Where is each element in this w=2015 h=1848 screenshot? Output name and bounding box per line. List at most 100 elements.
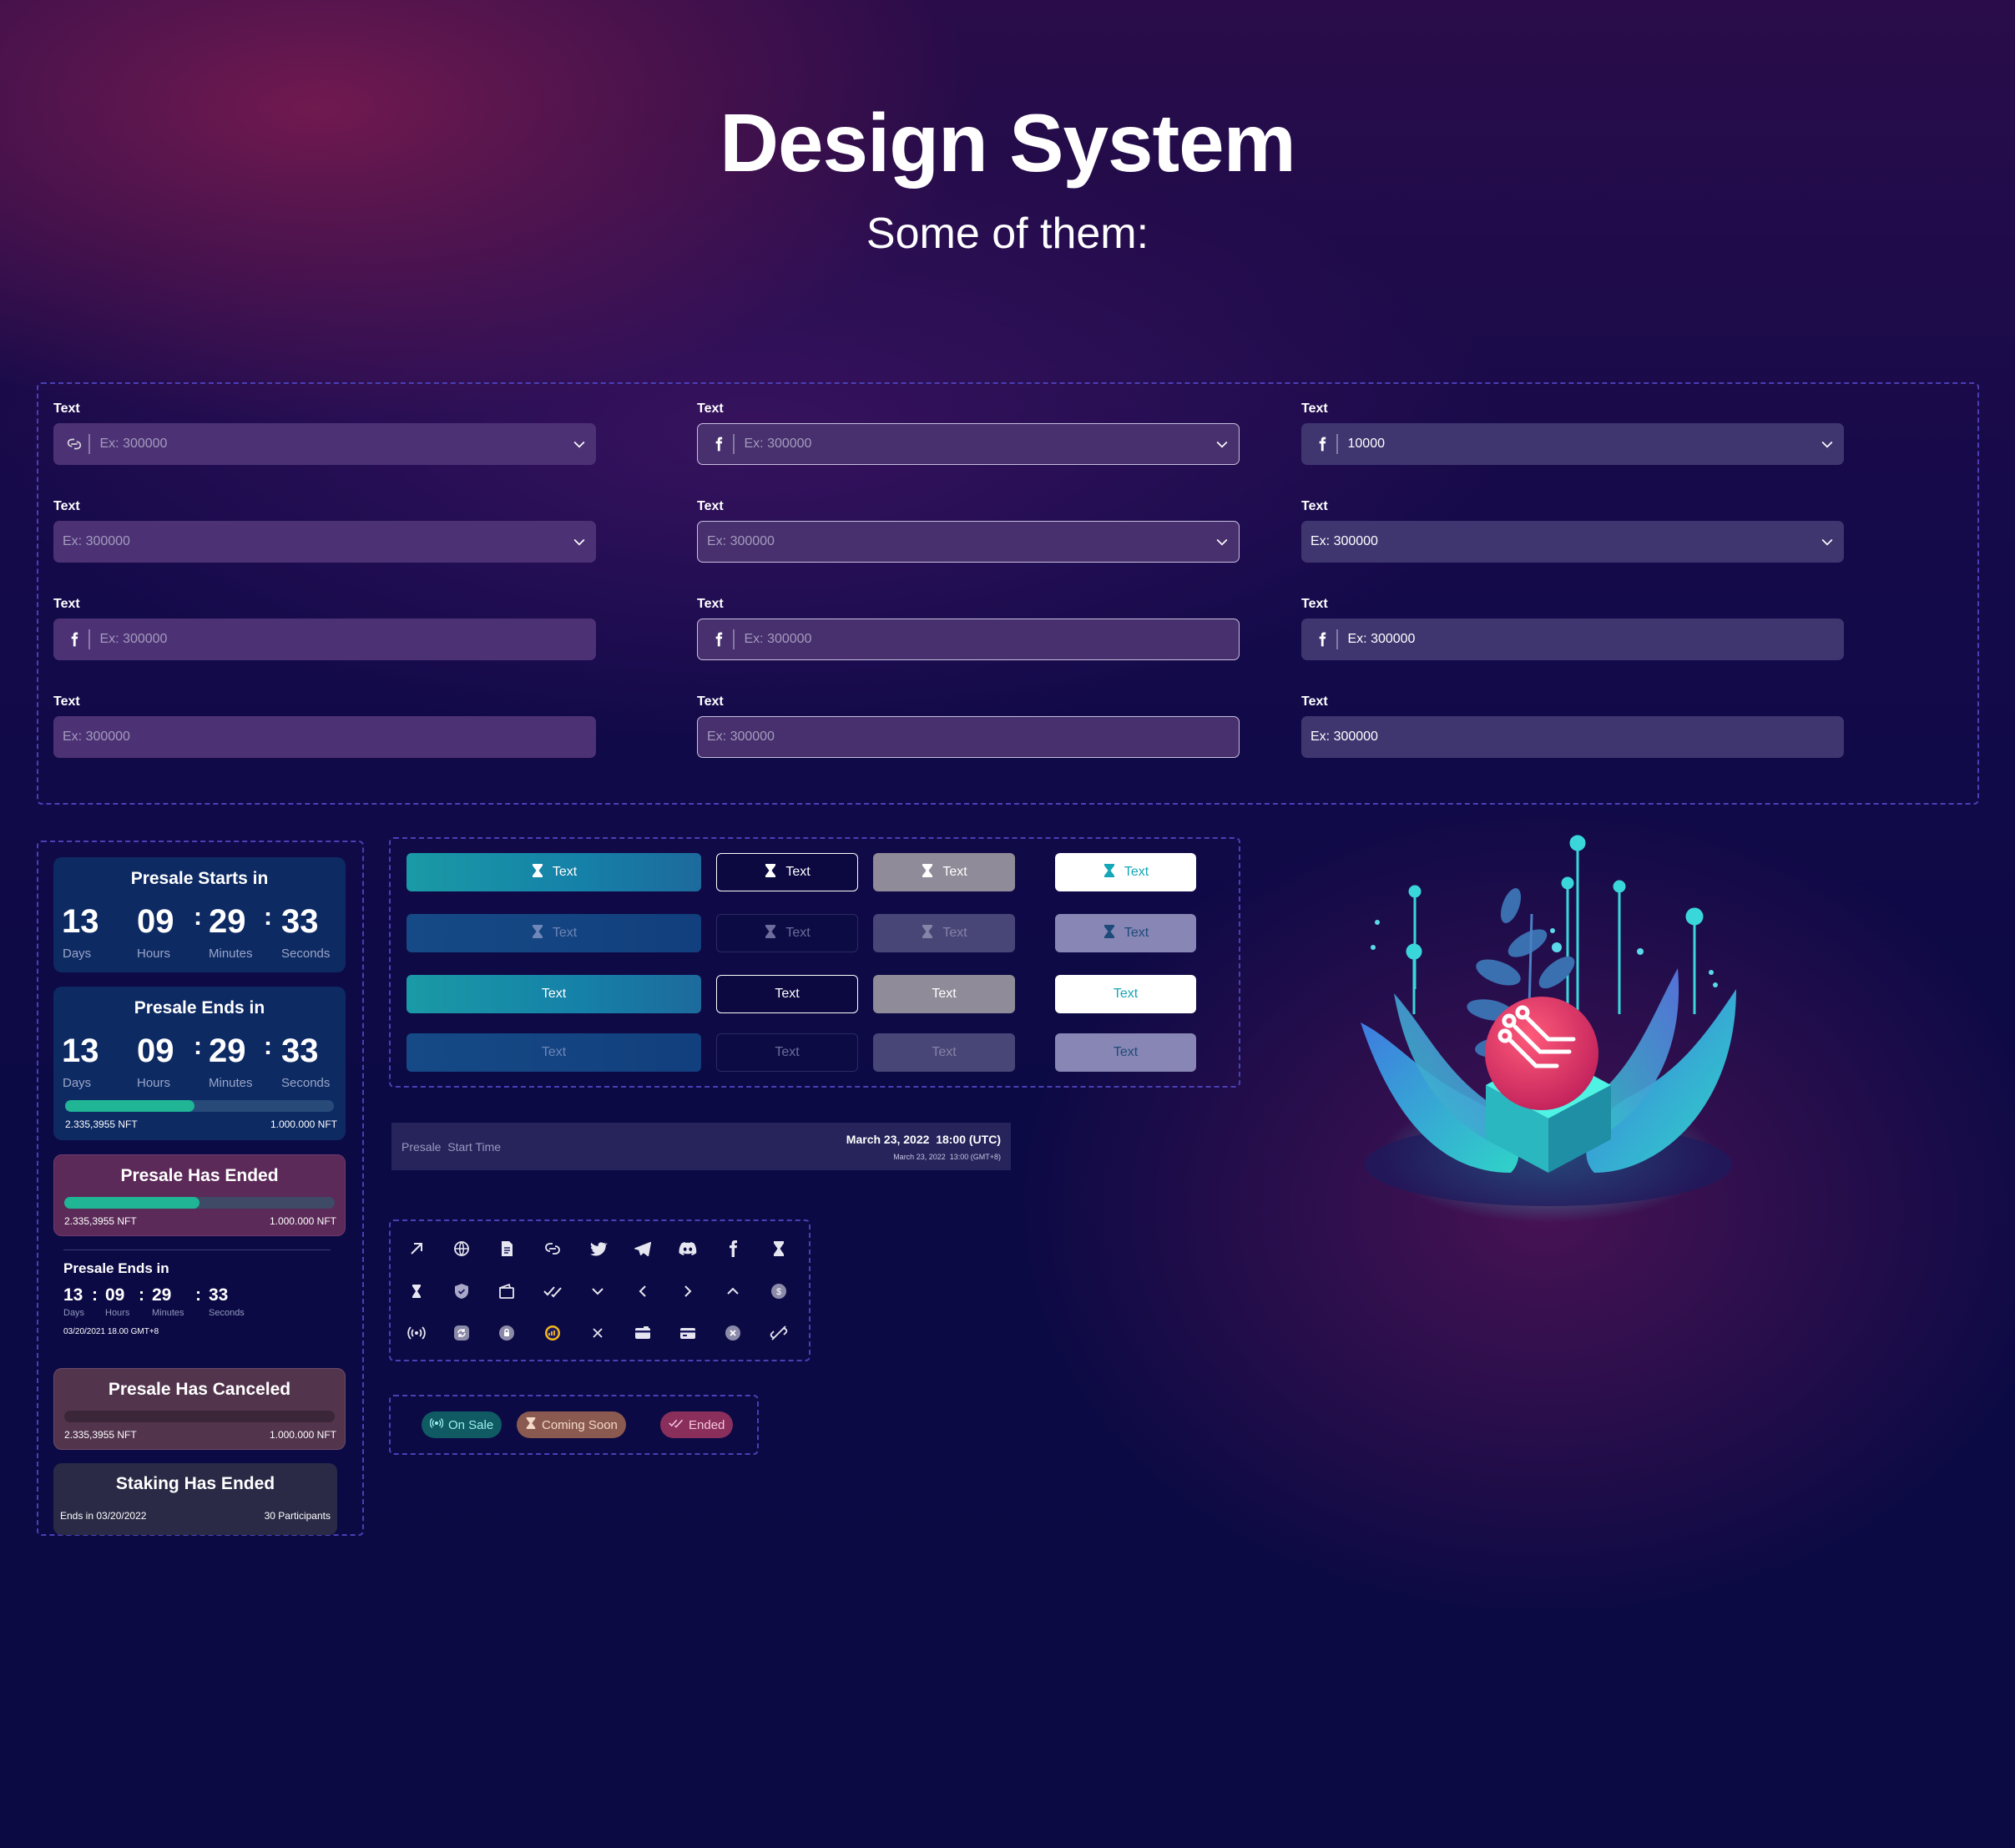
shield-check-icon xyxy=(449,1279,474,1304)
text-input-field-filled[interactable]: Ex: 300000 xyxy=(1301,716,1844,758)
staking-ended-card: Staking Has Ended Ends in 03/20/2022 30 … xyxy=(53,1463,337,1535)
outline-button[interactable]: Text xyxy=(716,975,858,1013)
facebook-icon xyxy=(704,619,733,660)
hourglass-small-icon xyxy=(404,1279,429,1304)
dropdown-field[interactable]: Ex: 300000 xyxy=(53,521,596,563)
field-label: Text xyxy=(697,694,724,709)
facebook-icon xyxy=(60,619,88,660)
field-label: Text xyxy=(697,597,724,611)
field-placeholder: Ex: 300000 xyxy=(744,632,812,646)
days-label: Days xyxy=(63,1308,85,1318)
field-placeholder: Ex: 300000 xyxy=(707,730,775,744)
double-check-icon xyxy=(540,1279,565,1304)
button-label: Text xyxy=(1113,987,1139,1001)
facebook-input-field-focused[interactable]: Ex: 300000 xyxy=(697,619,1240,660)
minutes-label: Minutes xyxy=(209,1076,253,1090)
chevron-down-icon[interactable] xyxy=(1205,533,1239,550)
telegram-icon xyxy=(630,1236,655,1261)
progress-fill xyxy=(65,1100,194,1112)
progress-right-label: 1.000.000 NFT xyxy=(269,1429,336,1441)
lock-icon xyxy=(494,1320,519,1346)
card-icon xyxy=(630,1320,655,1346)
link-dropdown-field[interactable]: Ex: 300000 xyxy=(53,423,596,465)
gray-icon-button-disabled[interactable]: Text xyxy=(873,914,1015,952)
document-icon xyxy=(494,1236,519,1261)
page-subtitle: Some of them: xyxy=(866,210,1149,258)
progress-left-label: 2.335,3955 NFT xyxy=(64,1215,137,1227)
chain-link-icon xyxy=(60,423,88,465)
hourglass-icon xyxy=(525,1416,537,1433)
presale-start-time-label: Presale Start Time xyxy=(401,1140,502,1154)
field-label: Text xyxy=(1301,694,1328,709)
chevron-down-icon xyxy=(585,1279,610,1304)
chevron-down-icon[interactable] xyxy=(1810,533,1844,550)
close-icon xyxy=(585,1320,610,1346)
days-value: 13 xyxy=(62,903,99,940)
hourglass-icon xyxy=(1103,863,1116,882)
white-icon-button[interactable]: Text xyxy=(1055,853,1196,891)
progress-right-label: 1.000.000 NFT xyxy=(270,1118,337,1130)
button-label: Text xyxy=(775,1045,800,1059)
text-input-field-focused[interactable]: Ex: 300000 xyxy=(697,716,1240,758)
hours-label: Hours xyxy=(137,947,171,961)
gray-button-disabled[interactable]: Text xyxy=(873,1033,1015,1072)
gray-icon-button[interactable]: Text xyxy=(873,853,1015,891)
chevron-down-icon[interactable] xyxy=(563,533,596,550)
chevron-down-icon[interactable] xyxy=(1205,436,1239,452)
chevron-right-icon xyxy=(675,1279,700,1304)
white-button-disabled[interactable]: Text xyxy=(1055,1033,1196,1072)
outline-icon-button[interactable]: Text xyxy=(716,853,858,891)
coin-icon: $ xyxy=(766,1279,791,1304)
hourglass-icon xyxy=(1103,924,1116,943)
staking-ends-label: Ends in 03/20/2022 xyxy=(60,1510,147,1522)
text-input-field[interactable]: Ex: 300000 xyxy=(53,716,596,758)
facebook-input-field[interactable]: Ex: 300000 xyxy=(53,619,596,660)
card-alt-icon xyxy=(675,1320,700,1346)
progress-track xyxy=(64,1411,335,1422)
hours-label: Hours xyxy=(137,1076,171,1090)
field-label: Text xyxy=(697,499,724,513)
field-placeholder: Ex: 300000 xyxy=(63,534,130,548)
chevron-down-icon[interactable] xyxy=(1810,436,1844,452)
card-title: Presale Has Canceled xyxy=(108,1380,291,1399)
compact-countdown-title: Presale Ends in xyxy=(63,1260,169,1276)
white-icon-button-disabled[interactable]: Text xyxy=(1055,914,1196,952)
seconds-value: 33 xyxy=(209,1285,229,1305)
white-button[interactable]: Text xyxy=(1055,975,1196,1013)
days-label: Days xyxy=(63,1076,92,1090)
button-label: Text xyxy=(942,865,967,879)
button-label: Text xyxy=(541,987,567,1001)
status-label: Coming Soon xyxy=(542,1417,618,1432)
dropdown-field-filled[interactable]: Ex: 300000 xyxy=(1301,521,1844,563)
facebook-dropdown-field[interactable]: Ex: 300000 xyxy=(697,423,1240,465)
hourglass-icon xyxy=(764,924,777,943)
plant-chip-illustration xyxy=(1344,822,1778,1256)
link-broken-icon xyxy=(766,1320,791,1346)
presale-starts-card: Presale Starts in 13 09 : 29 : 33 Days H… xyxy=(53,857,346,972)
seconds-label: Seconds xyxy=(281,1076,331,1090)
primary-icon-button-disabled[interactable]: Text xyxy=(407,914,701,952)
facebook-icon xyxy=(1308,423,1336,465)
presale-canceled-card: Presale Has Canceled 2.335,3955 NFT 1.00… xyxy=(53,1368,346,1450)
primary-icon-button[interactable]: Text xyxy=(407,853,701,891)
broadcast-icon xyxy=(404,1320,429,1346)
primary-button-disabled[interactable]: Text xyxy=(407,1033,701,1072)
chevron-down-icon[interactable] xyxy=(563,436,596,452)
facebook-input-field-filled[interactable]: Ex: 300000 xyxy=(1301,619,1844,660)
arrow-up-right-icon xyxy=(404,1236,429,1261)
button-label: Text xyxy=(932,987,957,1001)
card-title: Presale Has Ended xyxy=(120,1166,279,1185)
double-check-icon xyxy=(669,1417,684,1432)
outline-icon-button-disabled[interactable]: Text xyxy=(716,914,858,952)
facebook-dropdown-field-filled[interactable]: 10000 xyxy=(1301,423,1844,465)
gray-button[interactable]: Text xyxy=(873,975,1015,1013)
field-value: Ex: 300000 xyxy=(1347,632,1416,646)
field-value: 10000 xyxy=(1347,437,1386,451)
primary-button[interactable]: Text xyxy=(407,975,701,1013)
seconds-value: 33 xyxy=(281,1033,319,1069)
status-label: Ended xyxy=(689,1417,725,1432)
progress-fill xyxy=(64,1197,199,1209)
outline-button-disabled[interactable]: Text xyxy=(716,1033,858,1072)
dropdown-field-focused[interactable]: Ex: 300000 xyxy=(697,521,1240,563)
field-label: Text xyxy=(697,401,724,416)
